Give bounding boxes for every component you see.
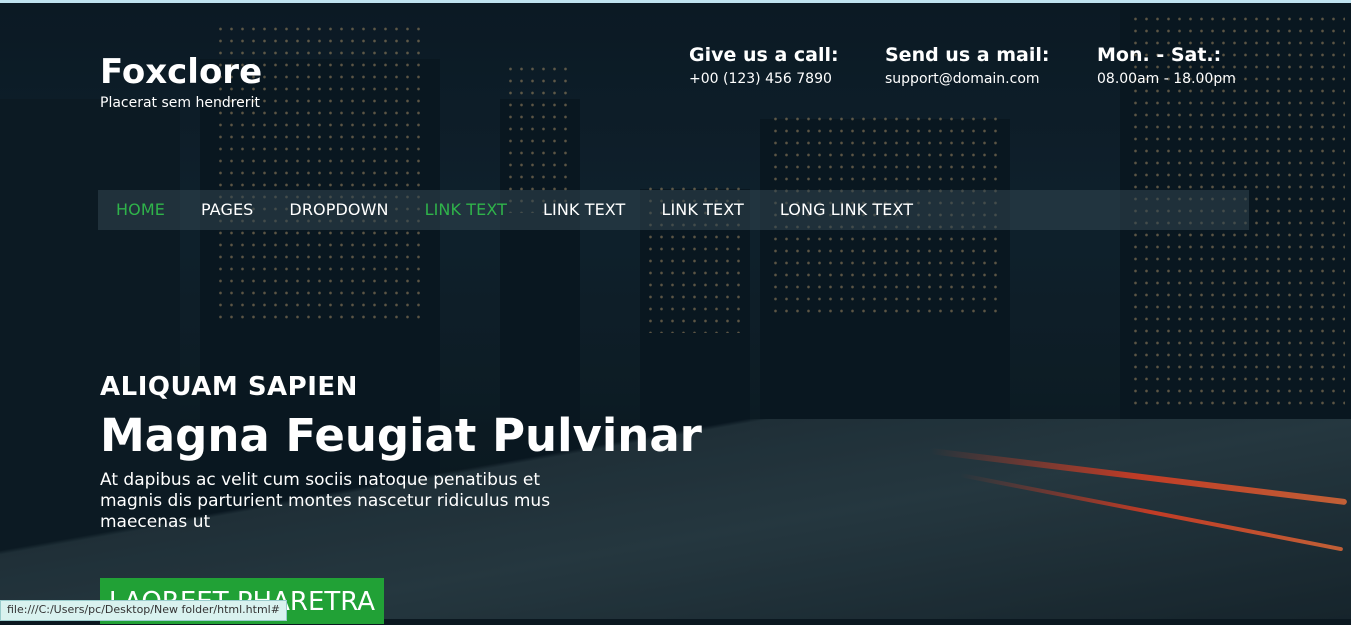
contact-hours-heading: Mon. - Sat.: <box>1097 44 1222 66</box>
hero-subtitle: ALIQUAM SAPIEN <box>100 372 358 402</box>
nav-item-dropdown[interactable]: DROPDOWN <box>271 190 406 230</box>
contact-mail-heading: Send us a mail: <box>885 44 1050 66</box>
contact-hours-value: 08.00am - 18.00pm <box>1097 71 1236 87</box>
contact-phone-heading: Give us a call: <box>689 44 839 66</box>
nav-item-long-link-text[interactable]: LONG LINK TEXT <box>762 190 931 230</box>
contact-mail-value: support@domain.com <box>885 71 1040 87</box>
hero-text: At dapibus ac velit cum sociis natoque p… <box>100 470 551 532</box>
nav-item-home[interactable]: HOME <box>98 190 183 230</box>
browser-status-bar: file:///C:/Users/pc/Desktop/New folder/h… <box>0 600 287 621</box>
brand: Foxclore Placerat sem hendrerit <box>100 55 262 111</box>
contact-hours: Mon. - Sat.: 08.00am - 18.00pm <box>1097 43 1236 87</box>
nav-item-link-text-1[interactable]: LINK TEXT <box>407 190 525 230</box>
contact-phone: Give us a call: +00 (123) 456 7890 <box>689 43 839 87</box>
nav-item-link-text-2[interactable]: LINK TEXT <box>525 190 643 230</box>
contact-mail: Send us a mail: support@domain.com <box>885 43 1049 87</box>
brand-tagline: Placerat sem hendrerit <box>100 95 260 111</box>
brand-name[interactable]: Foxclore <box>100 55 262 89</box>
nav-item-pages[interactable]: PAGES <box>183 190 271 230</box>
main-nav: HOME PAGES DROPDOWN LINK TEXT LINK TEXT … <box>98 190 1249 230</box>
nav-item-link-text-3[interactable]: LINK TEXT <box>643 190 761 230</box>
hero-title: Magna Feugiat Pulvinar <box>100 409 702 462</box>
contact-phone-value: +00 (123) 456 7890 <box>689 71 832 87</box>
